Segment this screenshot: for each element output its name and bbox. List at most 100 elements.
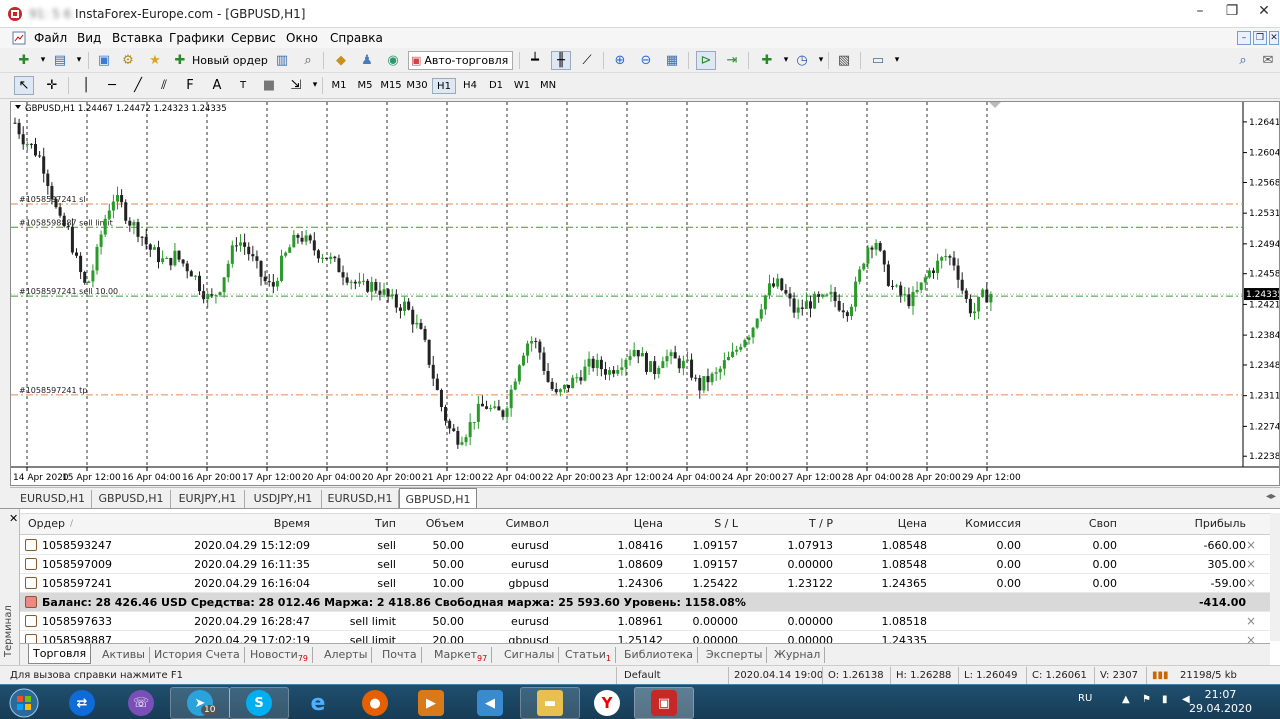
period-m5[interactable]: M5 xyxy=(353,78,377,94)
objects-icon[interactable]: ▭ xyxy=(868,51,888,70)
tray-flag-icon[interactable]: ⚑ xyxy=(1142,694,1151,705)
trendline-icon[interactable]: ╱ xyxy=(128,76,148,95)
column-header-6[interactable]: Цена xyxy=(551,514,663,534)
terminal-tab-2[interactable]: История Счета xyxy=(150,647,245,663)
mdi-close-button[interactable]: ✕ xyxy=(1269,31,1279,45)
chart-tab-6[interactable]: GBPUSD,H1 xyxy=(399,488,477,509)
terminal-tab-9[interactable]: Библиотека xyxy=(620,647,698,663)
market-watch-icon[interactable]: ▣ xyxy=(94,51,114,70)
taskbar-skype[interactable]: S xyxy=(229,687,289,719)
menu-window[interactable]: Окно xyxy=(286,31,318,45)
order-row[interactable]: 1058597633 2020.04.29 16:28:47 sell limit 5… xyxy=(20,612,1270,631)
period-h1[interactable]: H1 xyxy=(432,78,456,94)
bar-chart-icon[interactable]: ┷ xyxy=(525,51,545,70)
terminal-tab-4[interactable]: Алерты xyxy=(320,647,373,663)
tile-windows-icon[interactable]: ▦ xyxy=(662,51,682,70)
cursor-icon[interactable]: ↖ xyxy=(14,76,34,95)
taskbar-explorer[interactable]: ▬ xyxy=(520,687,580,719)
column-header-11[interactable]: Своп xyxy=(1023,514,1117,534)
fibonacci-icon[interactable]: F xyxy=(180,76,200,95)
taskbar-telegram[interactable]: ➤ 10 xyxy=(170,687,230,719)
period-m15[interactable]: M15 xyxy=(379,78,403,94)
horizontal-line-icon[interactable]: ─ xyxy=(102,76,122,95)
dropdown-arrow-icon[interactable]: ▾ xyxy=(69,51,89,70)
taskbar-sound[interactable]: ◀ xyxy=(460,687,520,719)
dropdown-arrow-icon[interactable]: ▾ xyxy=(887,51,907,70)
chart-tab-1[interactable]: EURUSD,H1 xyxy=(14,490,92,508)
close-button[interactable]: ✕ xyxy=(1248,0,1280,24)
clock[interactable]: 21:07 29.04.2020 xyxy=(1189,688,1252,716)
close-order-icon[interactable]: × xyxy=(1246,536,1256,555)
close-order-icon[interactable]: × xyxy=(1246,555,1256,574)
column-header-12[interactable]: Прибыль xyxy=(1119,514,1246,534)
terminal-tab-7[interactable]: Сигналы xyxy=(500,647,560,663)
periods-icon[interactable]: ◷ xyxy=(792,51,812,70)
chart-tab-2[interactable]: GBPUSD,H1 xyxy=(92,490,171,508)
order-row[interactable]: 1058597241 2020.04.29 16:16:04 sell 10.00 gb… xyxy=(20,574,1270,593)
terminal-tab-8[interactable]: Статьи1 xyxy=(561,647,616,663)
column-header-5[interactable]: Символ xyxy=(466,514,549,534)
order-row[interactable]: 1058597009 2020.04.29 16:11:35 sell 50.00 eu… xyxy=(20,555,1270,574)
taskbar-media-player[interactable]: ▶ xyxy=(401,687,461,719)
order-row[interactable]: 1058593247 2020.04.29 15:12:09 sell 50.00 eu… xyxy=(20,536,1270,555)
text-label-icon[interactable]: T xyxy=(233,76,253,95)
period-mn[interactable]: MN xyxy=(536,78,560,94)
data-window-icon[interactable]: ⚙ xyxy=(118,51,138,70)
menu-help[interactable]: Справка xyxy=(330,31,383,45)
taskbar-viber[interactable]: ☏ xyxy=(111,687,171,719)
period-m30[interactable]: M30 xyxy=(405,78,429,94)
menu-tools[interactable]: Сервис xyxy=(231,31,276,45)
language-indicator[interactable]: RU xyxy=(1078,693,1092,704)
minimize-button[interactable]: – xyxy=(1184,0,1216,24)
taskbar-firefox[interactable]: ● xyxy=(345,687,405,719)
vps-icon[interactable]: ◉ xyxy=(383,51,403,70)
terminal-icon[interactable]: ▥ xyxy=(272,51,292,70)
chart-tab-5[interactable]: EURUSD,H1 xyxy=(322,490,399,508)
menu-insert[interactable]: Вставка xyxy=(112,31,163,45)
autoscroll-icon[interactable]: ⊳ xyxy=(696,51,716,70)
taskbar-yandex[interactable]: Y xyxy=(577,687,637,719)
close-order-icon[interactable]: × xyxy=(1246,574,1256,593)
new-chart-icon[interactable]: ✚ xyxy=(14,51,34,70)
period-w1[interactable]: W1 xyxy=(510,78,534,94)
arrows-icon[interactable]: ⇲ xyxy=(286,76,306,95)
crosshair-icon[interactable]: ✛ xyxy=(42,76,62,95)
indicators-icon[interactable]: ✚ xyxy=(757,51,777,70)
terminal-tab-11[interactable]: Журнал xyxy=(770,647,826,663)
chart-shift-icon[interactable]: ⇥ xyxy=(722,51,742,70)
templates-icon[interactable]: ▧ xyxy=(834,51,854,70)
price-chart[interactable]: 1.26410 1.26040 1.25680 1.25310 1.24940 1.245… xyxy=(10,101,1280,486)
chat-icon[interactable]: ✉ xyxy=(1258,51,1278,70)
tester-icon[interactable]: ⌕ xyxy=(298,51,318,70)
signals-icon[interactable]: ♟ xyxy=(357,51,377,70)
column-header-8[interactable]: T / P xyxy=(740,514,833,534)
new-order-icon[interactable]: ✚ xyxy=(170,51,190,70)
column-header-7[interactable]: S / L xyxy=(665,514,738,534)
terminal-tab-10[interactable]: Эксперты xyxy=(702,647,768,663)
candlestick-icon[interactable]: ╫ xyxy=(551,51,571,70)
search-icon[interactable]: ⌕ xyxy=(1233,51,1253,70)
start-button[interactable] xyxy=(4,688,44,718)
menu-file[interactable]: Файл xyxy=(34,31,67,45)
terminal-tab-1[interactable]: Активы xyxy=(98,647,150,663)
column-header-3[interactable]: Тип xyxy=(316,514,396,534)
metaeditor-icon[interactable]: ◆ xyxy=(331,51,351,70)
profiles-icon[interactable]: ▤ xyxy=(50,51,70,70)
navigator-icon[interactable]: ★ xyxy=(145,51,165,70)
period-h4[interactable]: H4 xyxy=(458,78,482,94)
terminal-tab-6[interactable]: Маркет97 xyxy=(430,647,493,663)
network-icon[interactable]: ▮ xyxy=(1162,694,1168,705)
text-icon[interactable]: A xyxy=(207,76,227,95)
autotrading-button[interactable]: ▣ Авто-торговля xyxy=(408,51,514,70)
chart-menu-arrow-icon[interactable] xyxy=(15,105,21,109)
terminal-close-icon[interactable]: ✕ xyxy=(9,512,18,525)
mdi-minimize-button[interactable]: – xyxy=(1237,31,1251,45)
taskbar-ie[interactable]: e xyxy=(288,687,348,719)
mdi-restore-button[interactable]: ❐ xyxy=(1253,31,1267,45)
tray-arrow-icon[interactable]: ▲ xyxy=(1122,694,1130,705)
line-chart-icon[interactable]: ⟋ xyxy=(577,51,597,70)
column-header-9[interactable]: Цена xyxy=(835,514,927,534)
column-header-4[interactable]: Объем xyxy=(398,514,464,534)
menu-view[interactable]: Вид xyxy=(77,31,101,45)
terminal-tab-3[interactable]: Новости79 xyxy=(246,647,314,663)
